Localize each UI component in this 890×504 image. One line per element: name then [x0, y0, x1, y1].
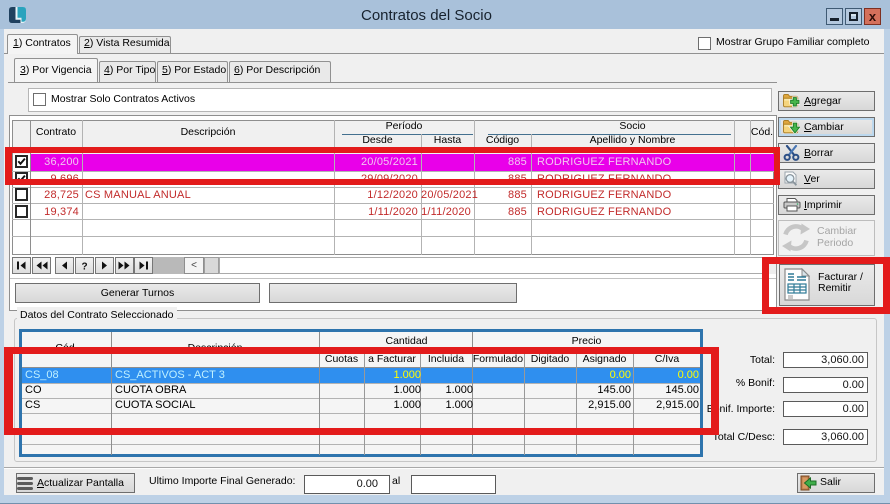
svg-text:?: ? [82, 262, 88, 273]
